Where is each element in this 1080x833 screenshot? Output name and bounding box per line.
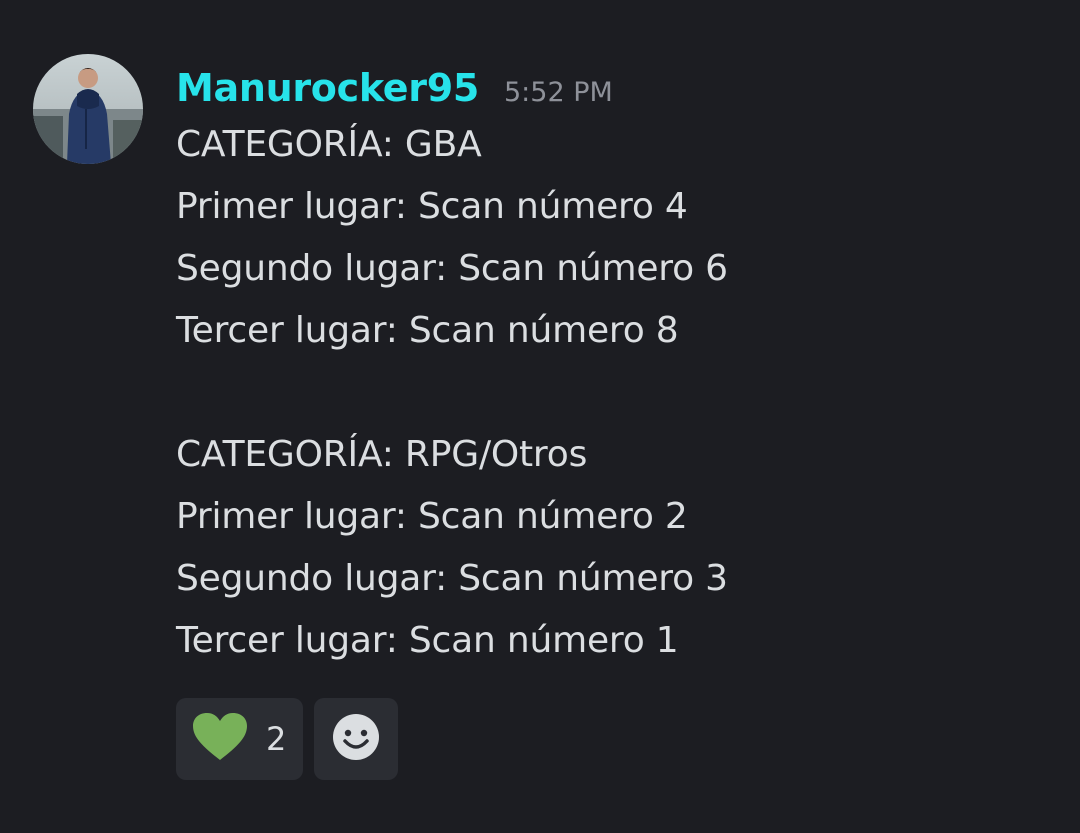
reactions-bar: 2: [176, 698, 1036, 780]
message-line: Primer lugar: Scan número 4: [176, 186, 688, 227]
message-content: Manurocker95 5:52 PM CATEGORÍA: GBA Prim…: [176, 54, 1036, 780]
message-line: CATEGORÍA: RPG/Otros: [176, 434, 588, 475]
green-heart-icon: [192, 712, 248, 766]
message-header: Manurocker95 5:52 PM: [176, 58, 1036, 118]
timestamp[interactable]: 5:52 PM: [504, 63, 613, 123]
message-line: CATEGORÍA: GBA: [176, 124, 482, 165]
message-line: Segundo lugar: Scan número 6: [176, 248, 728, 289]
avatar[interactable]: [33, 54, 143, 164]
message-line: Segundo lugar: Scan número 3: [176, 558, 728, 599]
reaction-count: 2: [266, 720, 287, 758]
message-line: Primer lugar: Scan número 2: [176, 496, 688, 537]
add-reaction-button[interactable]: [314, 698, 398, 780]
message-line: Tercer lugar: Scan número 1: [176, 620, 679, 661]
smiley-add-reaction-icon: [332, 713, 380, 765]
message-line: Tercer lugar: Scan número 8: [176, 310, 679, 351]
reaction-green-heart[interactable]: 2: [176, 698, 303, 780]
message-body: CATEGORÍA: GBA Primer lugar: Scan número…: [176, 114, 1036, 672]
username[interactable]: Manurocker95: [176, 58, 479, 118]
avatar-image: [33, 54, 143, 164]
chat-page: Manurocker95 5:52 PM CATEGORÍA: GBA Prim…: [0, 0, 1080, 833]
